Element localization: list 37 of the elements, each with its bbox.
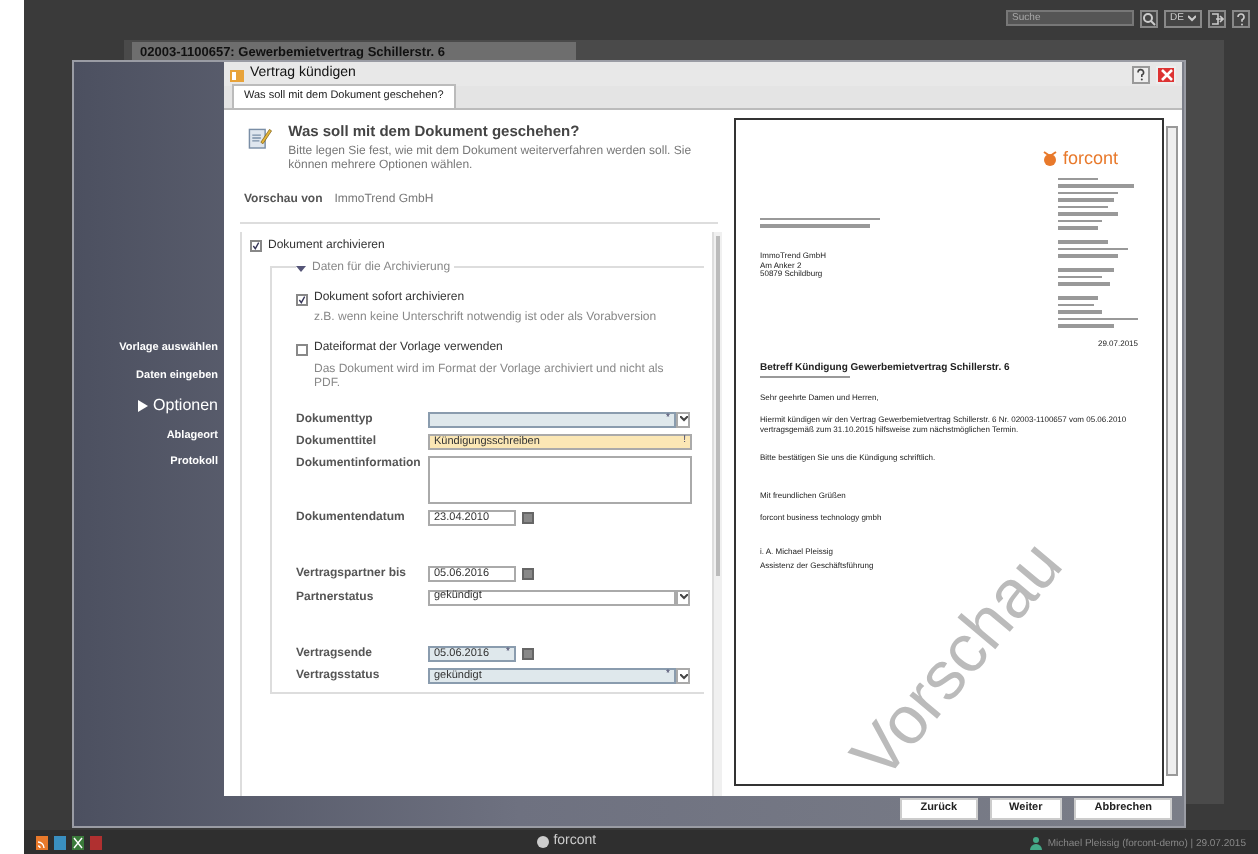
rss-icon (36, 835, 48, 849)
close-button[interactable] (1156, 65, 1176, 83)
help-icon (1134, 67, 1148, 81)
sender-line-drawing (760, 217, 880, 228)
help-button[interactable] (1232, 9, 1250, 27)
caret-icon (679, 416, 687, 423)
wizard-step[interactable]: Optionen (137, 396, 218, 416)
collapse-toggle-icon[interactable] (296, 263, 306, 274)
search-button[interactable] (1140, 9, 1159, 27)
user-icon (1029, 835, 1042, 849)
checkmark-icon (298, 293, 306, 306)
calendar-icon[interactable] (522, 568, 534, 581)
play-icon (137, 400, 148, 413)
dropdown-button[interactable] (676, 668, 690, 684)
calendar-icon[interactable] (522, 512, 534, 525)
logout-button[interactable] (1208, 9, 1226, 27)
checkbox[interactable] (296, 293, 308, 306)
search-icon (1142, 11, 1157, 25)
logo-text: forcont (1062, 148, 1118, 170)
caret-icon (679, 594, 687, 601)
caret-icon (1188, 14, 1196, 22)
folder-icon (230, 67, 244, 81)
dropdown-button[interactable] (676, 589, 690, 606)
app-icon (54, 835, 66, 849)
checkmark-icon (252, 240, 260, 253)
checkbox[interactable] (296, 343, 308, 356)
reference-line-drawing (760, 375, 850, 379)
dropdown-button[interactable] (676, 411, 690, 428)
exit-icon (1210, 11, 1224, 25)
caret-icon (679, 673, 687, 679)
scrollbar[interactable] (1166, 126, 1178, 776)
close-icon (1159, 67, 1173, 81)
checkbox[interactable] (250, 240, 262, 253)
calendar-icon[interactable] (522, 647, 534, 660)
spreadsheet-icon (72, 835, 84, 849)
help-button[interactable] (1132, 65, 1150, 83)
help-icon (1234, 11, 1248, 25)
